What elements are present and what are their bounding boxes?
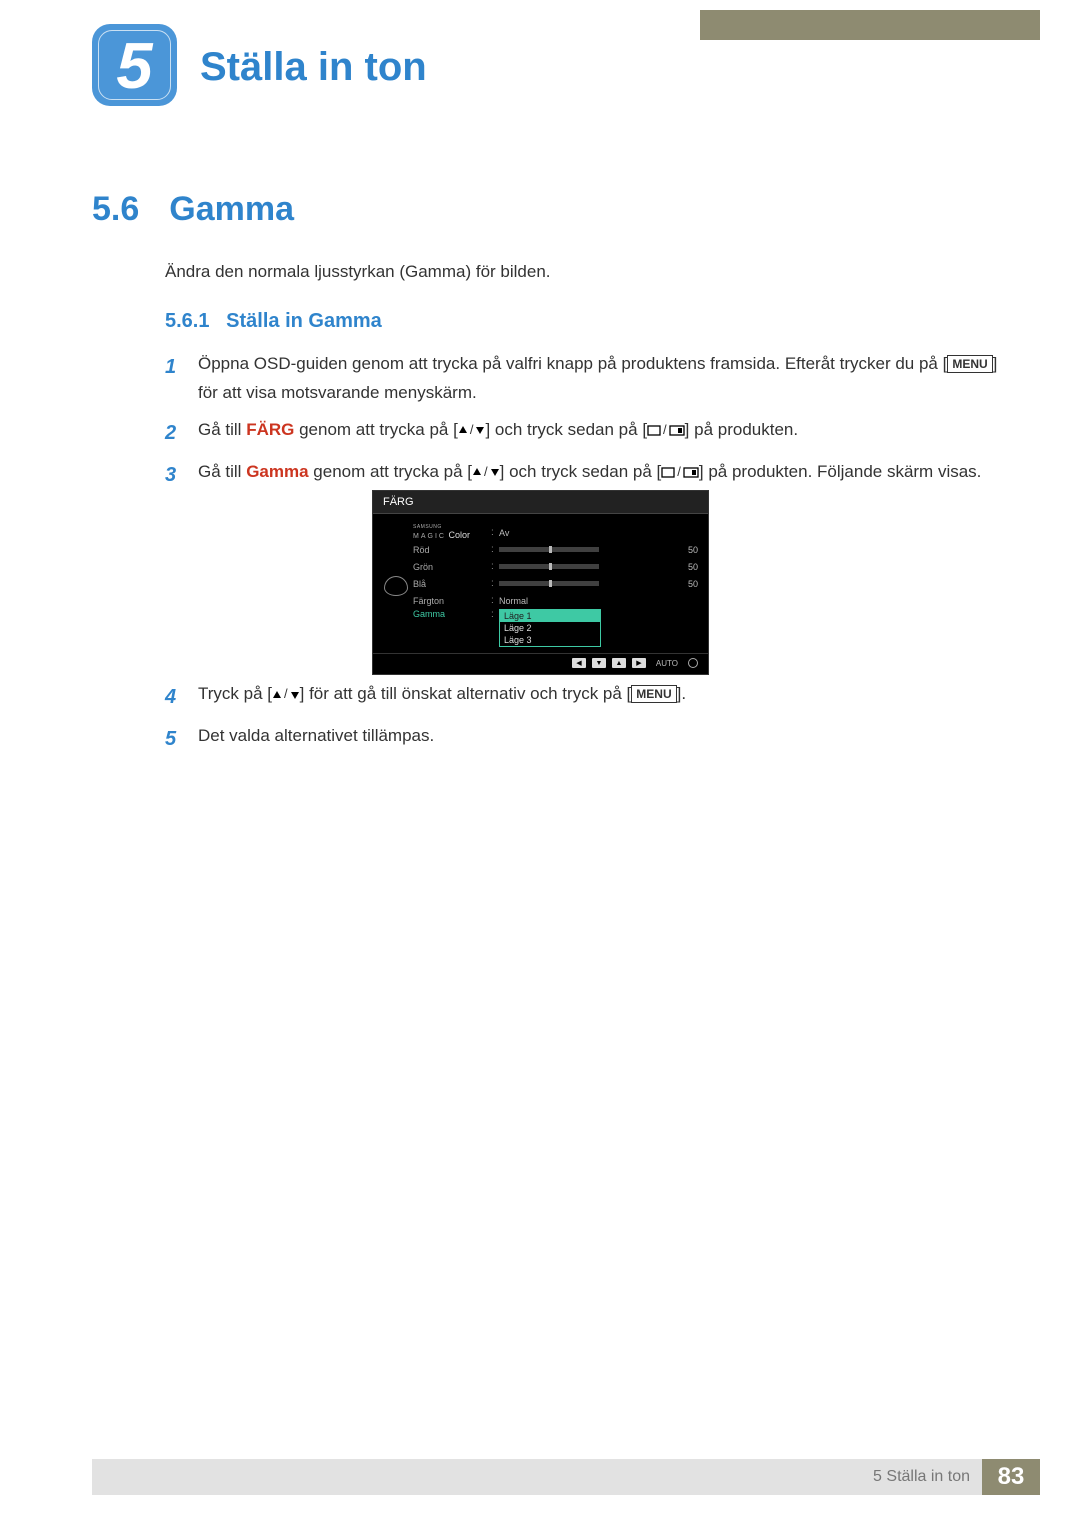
nav-down-icon: ▼ [592,658,606,668]
header-accent-bar [700,10,1040,40]
osd-row-magic-color: SAMSUNGMAGIC Color : Av [413,524,698,541]
menu-enter-icon: / [661,461,699,483]
nav-up-icon: ▲ [612,658,626,668]
step-number: 1 [165,350,183,408]
page-number: 83 [982,1459,1040,1495]
step-number: 2 [165,416,183,450]
osd-footer: ◀ ▼ ▲ ▶ AUTO [373,653,708,674]
step-text: Gå till FÄRG genom att trycka på [/] och… [198,416,798,450]
up-down-icon: / [472,461,500,483]
osd-row-gamma: Gamma : Läge 1 Läge 2 Läge 3 [413,609,698,647]
power-icon [688,658,698,668]
gamma-option-2: Läge 2 [500,622,600,634]
section-name: Gamma [169,190,294,229]
steps-list-top: 1 Öppna OSD-guiden genom att trycka på v… [165,350,1000,500]
osd-rows: SAMSUNGMAGIC Color : Av Röd : 50 Grön : … [413,524,698,647]
step-text: Gå till Gamma genom att trycka på [/] oc… [198,458,981,492]
subsection-number: 5.6.1 [165,310,209,332]
slider-green [499,564,599,569]
footer-bar: 5 Ställa in ton 83 [92,1459,1040,1495]
osd-row-red: Röd : 50 [413,541,698,558]
step-number: 4 [165,680,183,714]
slider-red [499,547,599,552]
osd-row-blue: Blå : 50 [413,575,698,592]
subsection-heading: 5.6.1 Ställa in Gamma [165,310,382,333]
step-2: 2 Gå till FÄRG genom att trycka på [/] o… [165,416,1000,450]
gamma-keyword: Gamma [246,462,308,481]
gamma-option-1: Läge 1 [500,610,600,622]
chapter-title: Ställa in ton [200,45,427,90]
step-text: Öppna OSD-guiden genom att trycka på val… [198,350,1000,408]
step-number: 5 [165,722,183,756]
menu-enter-icon: / [647,419,685,441]
step-1: 1 Öppna OSD-guiden genom att trycka på v… [165,350,1000,408]
osd-row-tone: Färgton : Normal [413,592,698,609]
gamma-option-3: Läge 3 [500,634,600,646]
menu-button-label: MENU [947,355,992,373]
slider-blue [499,581,599,586]
osd-title: FÄRG [373,491,708,514]
chapter-number: 5 [116,28,152,103]
up-down-icon: / [272,683,300,705]
chapter-number-badge: 5 [92,24,177,106]
auto-label: AUTO [652,659,682,668]
intro-text: Ändra den normala ljusstyrkan (Gamma) fö… [165,258,1000,285]
up-down-icon: / [458,419,486,441]
step-5: 5 Det valda alternativet tillämpas. [165,722,1000,756]
subsection-name: Ställa in Gamma [226,310,382,332]
menu-button-label: MENU [631,685,676,703]
step-3: 3 Gå till Gamma genom att trycka på [/] … [165,458,1000,492]
steps-list-bottom: 4 Tryck på [/] för att gå till önskat al… [165,680,1000,764]
osd-body: SAMSUNGMAGIC Color : Av Röd : 50 Grön : … [373,514,708,653]
step-text: Det valda alternativet tillämpas. [198,722,434,756]
step-text: Tryck på [/] för att gå till önskat alte… [198,680,686,714]
step-number: 3 [165,458,183,492]
palette-icon [383,524,409,647]
color-keyword: FÄRG [246,420,294,439]
nav-enter-icon: ▶ [632,658,646,668]
step-4: 4 Tryck på [/] för att gå till önskat al… [165,680,1000,714]
gamma-dropdown: Läge 1 Läge 2 Läge 3 [499,609,601,647]
osd-row-green: Grön : 50 [413,558,698,575]
osd-panel: FÄRG SAMSUNGMAGIC Color : Av Röd : 50 [372,490,709,675]
footer-text: 5 Ställa in ton [873,1468,982,1486]
nav-left-icon: ◀ [572,658,586,668]
section-number: 5.6 [92,190,139,229]
section-heading: 5.6 Gamma [92,190,294,229]
